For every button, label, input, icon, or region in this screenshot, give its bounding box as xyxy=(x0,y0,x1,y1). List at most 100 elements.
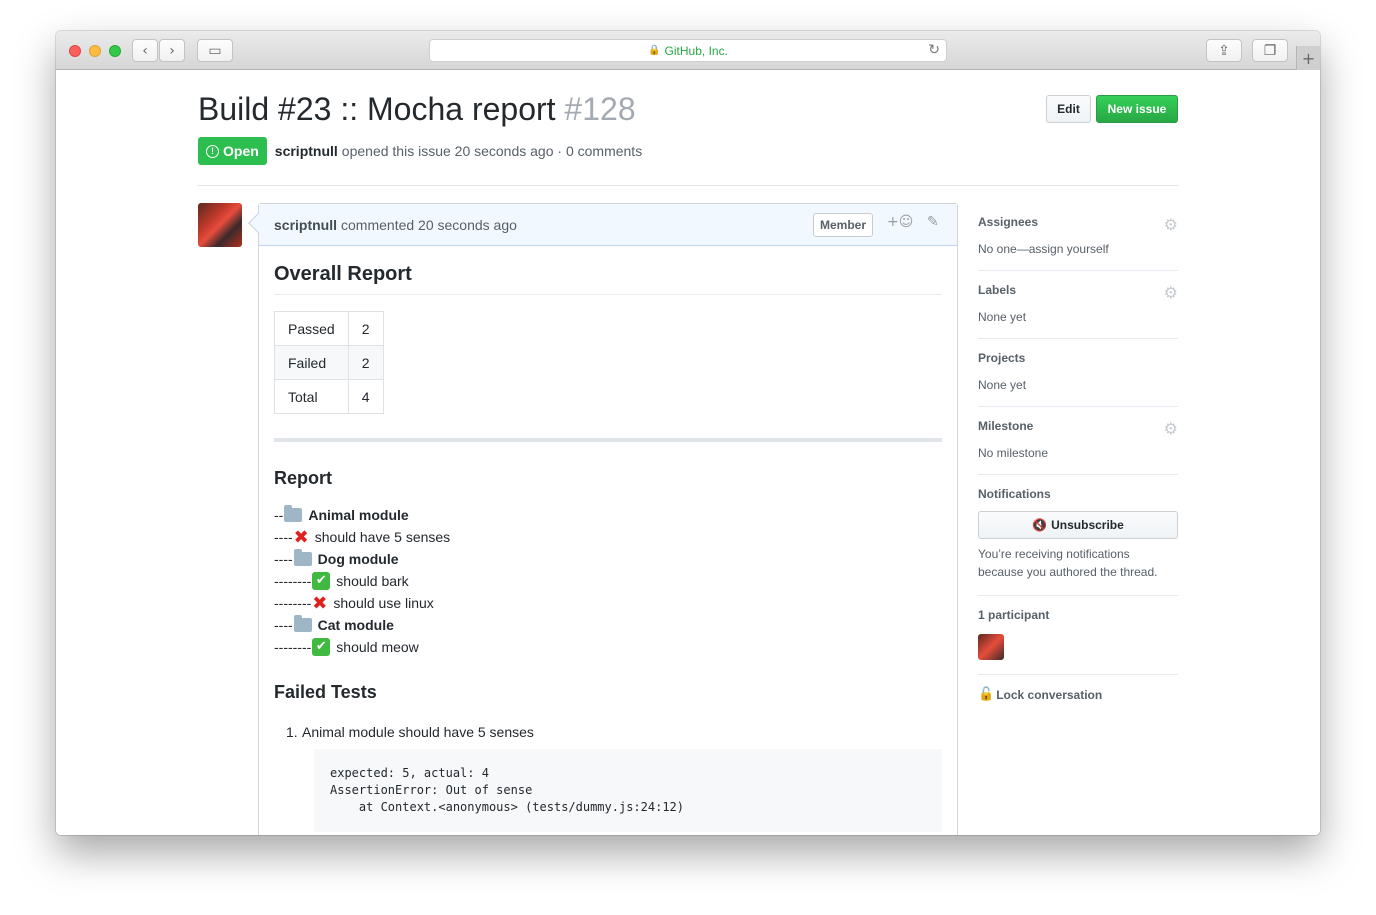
labels-section: Labels ⚙ None yet xyxy=(978,271,1178,339)
labels-heading: Labels xyxy=(978,283,1017,297)
comment-box: scriptnull commented 20 seconds ago Memb… xyxy=(248,203,958,835)
comment-caret xyxy=(248,213,268,233)
tree-indent: ---- xyxy=(274,529,293,545)
check-icon: ✔ xyxy=(312,572,331,590)
gear-icon[interactable]: ⚙ xyxy=(1164,215,1178,234)
tree-item-label: should have 5 senses xyxy=(314,529,451,545)
chevron-right-icon: › xyxy=(169,42,175,59)
failed-tests-list: 1. Animal module should have 5 senses ex… xyxy=(274,721,942,832)
sidebar-toggle-button[interactable]: ▭ xyxy=(197,39,233,62)
add-reaction-icon[interactable]: +☺ xyxy=(887,214,913,230)
check-icon: ✔ xyxy=(312,638,331,656)
assignees-section: Assignees ⚙ No one—assign yourself xyxy=(978,203,1178,271)
projects-section: Projects None yet xyxy=(978,339,1178,407)
labels-value: None yet xyxy=(978,310,1027,324)
edit-button[interactable]: Edit xyxy=(1046,95,1091,123)
list-number: 1. xyxy=(286,724,298,740)
tree-indent: ---- xyxy=(274,551,293,567)
folder-icon xyxy=(293,549,312,566)
table-cell: Total xyxy=(274,379,349,414)
pencil-icon[interactable]: ✎ xyxy=(927,214,939,230)
code-line: at Context.<anonymous> (tests/dummy.js:2… xyxy=(330,800,685,814)
tree-item-label: should use linux xyxy=(333,595,434,611)
tree-indent: -- xyxy=(274,507,284,523)
close-window-button[interactable] xyxy=(69,45,81,57)
assignees-value[interactable]: No one—assign yourself xyxy=(978,242,1178,256)
comment-time[interactable]: commented 20 seconds ago xyxy=(341,217,517,233)
forward-button[interactable]: › xyxy=(159,39,185,62)
lock-icon: 🔒 xyxy=(648,45,661,56)
chevron-left-icon: ‹ xyxy=(142,42,148,59)
horizontal-rule xyxy=(274,438,942,442)
tabs-overview-button[interactable]: ❐ xyxy=(1252,39,1288,62)
table-cell: Failed xyxy=(274,345,349,380)
tree-item-label: Animal module xyxy=(308,507,409,523)
lock-conversation-link[interactable]: 🔓 Lock conversation xyxy=(978,687,1178,702)
gear-icon[interactable]: ⚙ xyxy=(1164,283,1178,302)
tree-item-label: should bark xyxy=(336,573,409,589)
address-bar[interactable]: 🔒 GitHub, Inc. ↻ xyxy=(429,39,947,62)
lock-icon: 🔓 xyxy=(978,687,995,702)
new-issue-button[interactable]: New issue xyxy=(1096,95,1178,123)
browser-window: ‹ › ▭ 🔒 GitHub, Inc. ↻ ⇪ ❐ + Build #23 :… xyxy=(56,31,1320,835)
issue-number: #128 xyxy=(564,91,636,127)
state-label: Open xyxy=(223,143,259,159)
milestone-heading: Milestone xyxy=(978,419,1034,433)
minimize-window-button[interactable] xyxy=(89,45,101,57)
lock-label: Lock conversation xyxy=(996,687,1103,702)
zoom-window-button[interactable] xyxy=(109,45,121,57)
tree-item: -------- ✖ should use linux xyxy=(274,592,942,614)
report-tree: -- Animal module ---- ✖ should have 5 senses… xyxy=(274,504,942,658)
participants-section: 1 participant xyxy=(978,596,1178,675)
issue-meta: ! Open scriptnull opened this issue 20 s… xyxy=(198,137,642,165)
tree-item: ---- ✖ should have 5 senses xyxy=(274,526,942,548)
tree-item: -------- ✔ should meow xyxy=(274,636,942,658)
sidebar-icon: ▭ xyxy=(208,42,222,59)
table-cell: 4 xyxy=(347,379,384,414)
reload-icon[interactable]: ↻ xyxy=(928,42,940,58)
participant-avatar[interactable] xyxy=(978,634,1004,660)
state-badge: ! Open xyxy=(198,137,267,165)
share-icon: ⇪ xyxy=(1218,42,1230,59)
unsubscribe-button[interactable]: 🔇 Unsubscribe xyxy=(978,511,1178,539)
code-block: expected: 5, actual: 4 AssertionError: O… xyxy=(314,749,942,832)
issue-sidebar: Assignees ⚙ No one—assign yourself Label… xyxy=(978,203,1178,716)
gear-icon[interactable]: ⚙ xyxy=(1164,419,1178,438)
new-tab-button[interactable]: + xyxy=(1296,46,1320,70)
code-line: expected: 5, actual: 4 xyxy=(330,766,489,780)
issue-title: Build #23 :: Mocha report #128 xyxy=(198,91,636,128)
projects-value: None yet xyxy=(978,378,1027,392)
folder-icon xyxy=(293,615,312,632)
cross-icon: ✖ xyxy=(293,526,309,548)
comment-header: scriptnull commented 20 seconds ago Memb… xyxy=(248,204,957,246)
failed-tests-heading: Failed Tests xyxy=(274,682,377,702)
tree-indent: ---- xyxy=(274,617,293,633)
lock-section: 🔓 Lock conversation xyxy=(978,675,1178,716)
tree-item: ---- Cat module xyxy=(274,614,942,636)
issue-author-link[interactable]: scriptnull xyxy=(275,143,338,159)
summary-table: Passed 2 Failed 2 Total 4 xyxy=(274,311,384,414)
tree-indent: -------- xyxy=(274,639,312,655)
tree-item: -------- ✔ should bark xyxy=(274,570,942,592)
unsubscribe-label: Unsubscribe xyxy=(1051,518,1124,532)
milestone-section: Milestone ⚙ No milestone xyxy=(978,407,1178,475)
share-button[interactable]: ⇪ xyxy=(1206,39,1242,62)
tree-item-label: Cat module xyxy=(317,617,394,633)
member-badge: Member xyxy=(813,213,874,237)
failed-test-name: Animal module should have 5 senses xyxy=(302,724,534,740)
tree-item: ---- Dog module xyxy=(274,548,942,570)
comment-author-link[interactable]: scriptnull xyxy=(274,217,337,233)
folder-icon xyxy=(284,505,303,522)
assignees-heading: Assignees xyxy=(978,215,1039,229)
participants-heading: 1 participant xyxy=(978,608,1050,622)
mute-icon: 🔇 xyxy=(1032,518,1048,532)
browser-toolbar: ‹ › ▭ 🔒 GitHub, Inc. ↻ ⇪ ❐ + xyxy=(56,31,1320,70)
milestone-value: No milestone xyxy=(978,446,1049,460)
tree-item-label: should meow xyxy=(336,639,419,655)
avatar[interactable] xyxy=(198,203,242,247)
back-button[interactable]: ‹ xyxy=(132,39,158,62)
table-row: Failed 2 xyxy=(274,345,384,380)
code-line: AssertionError: Out of sense xyxy=(330,783,533,797)
table-row: Passed 2 xyxy=(274,311,384,346)
notifications-heading: Notifications xyxy=(978,487,1051,501)
